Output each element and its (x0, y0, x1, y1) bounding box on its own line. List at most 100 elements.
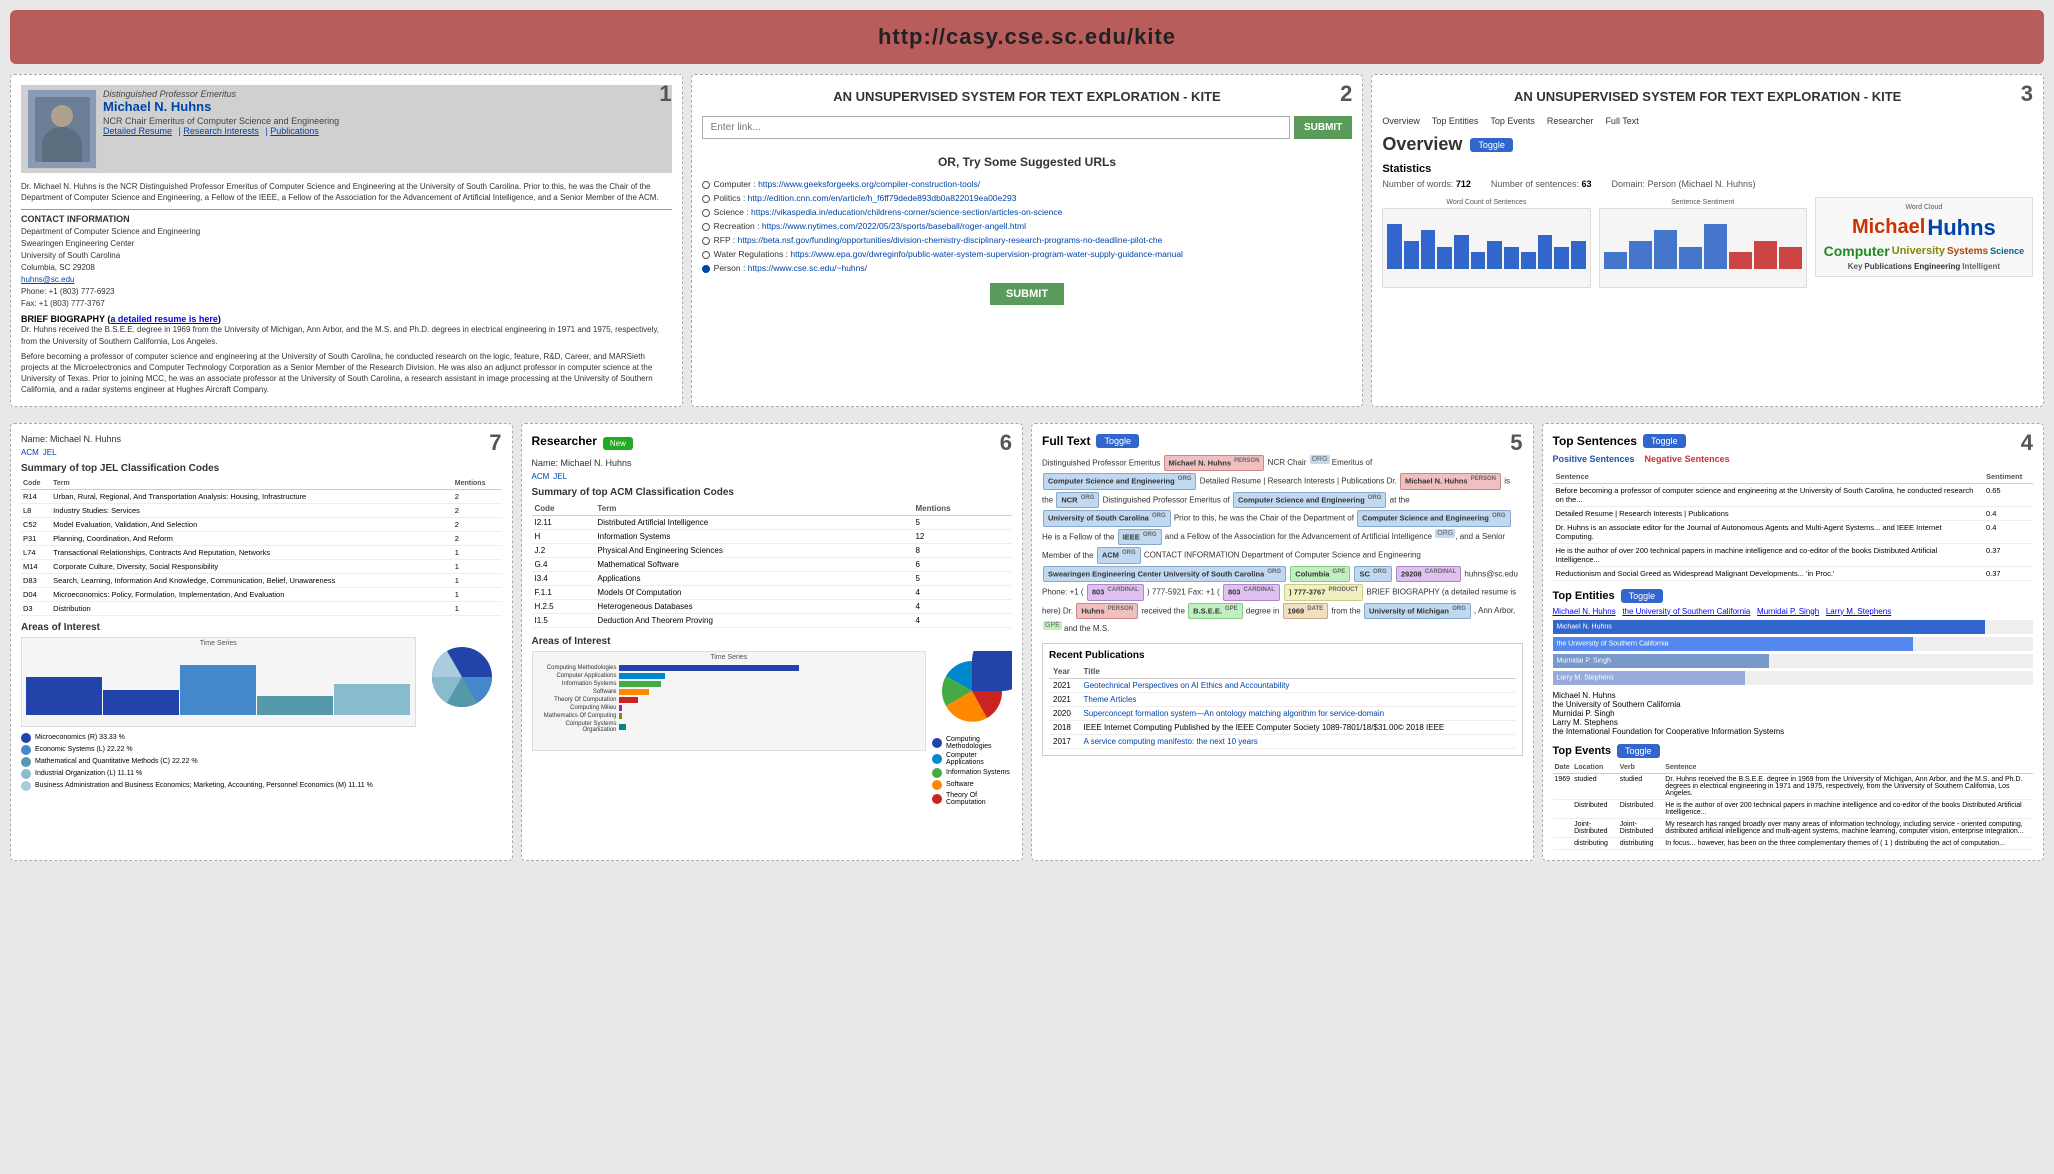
email-link[interactable]: huhns@sc.edu (21, 275, 75, 284)
sent-bar-2 (1629, 241, 1652, 269)
radio-science[interactable] (702, 209, 710, 217)
pub-row: 2021 Geotechnical Perspectives on AI Ethi… (1049, 679, 1516, 693)
rleg-color-3 (932, 768, 942, 778)
pub-col-title: Title (1079, 665, 1515, 679)
resume-link[interactable]: a detailed resume is here (110, 314, 218, 324)
submit-btn-top[interactable]: SUBMIT (1294, 116, 1352, 139)
radio-water[interactable] (702, 251, 710, 259)
url-person[interactable]: https://www.cse.sc.edu/~huhns/ (748, 263, 867, 273)
legend-label-3: Mathematical and Quantitative Methods (C… (35, 758, 198, 765)
fulltext-toggle[interactable]: Toggle (1096, 434, 1139, 448)
sent-cell-text: He is the author of over 200 technical p… (1553, 543, 1984, 566)
pub-link[interactable]: Geotechnical Perspectives on AI Ethics a… (1083, 681, 1289, 690)
panel-researcher: 6 Researcher New Name: Michael N. Huhns … (521, 423, 1024, 861)
url-bar: http://casy.cse.sc.edu/kite (10, 10, 2044, 64)
pub-cell-year: 2021 (1049, 679, 1079, 693)
legend-color-2 (21, 745, 31, 755)
ft-text-3: Detailed Resume | Research Interests | P… (1200, 477, 1399, 486)
radio-person[interactable] (702, 265, 710, 273)
chart2-title: Sentence Sentiment (1599, 197, 1807, 208)
nav-overview[interactable]: Overview (1382, 116, 1420, 126)
events-row: 1969studiedstudiedDr. Huhns received the… (1553, 773, 2034, 799)
pub-link[interactable]: A service computing manifesto: the next … (1083, 737, 1257, 746)
tab-jel-6[interactable]: JEL (553, 472, 567, 481)
entity-link-1[interactable]: Michael N. Huhns (1553, 607, 1616, 616)
tab-jel-7[interactable]: JEL (43, 448, 57, 457)
area-fill-8 (619, 724, 627, 730)
radio-computer[interactable] (702, 181, 710, 189)
link-resume[interactable]: Detailed Resume (103, 126, 172, 136)
panel-number-6: 6 (1000, 430, 1012, 456)
ft-org-1: Computer Science and Engineering ORG (1043, 473, 1196, 490)
link-research[interactable]: Research Interests (183, 126, 259, 136)
kite-nav: Overview Top Entities Top Events Researc… (1382, 116, 2033, 126)
url-rfp[interactable]: https://beta.nsf.gov/funding/opportuniti… (738, 235, 1163, 245)
sent-bar-5 (1704, 224, 1727, 269)
pub-link[interactable]: Theme Articles (1083, 695, 1136, 704)
profile-text: Distinguished Professor Emeritus Michael… (103, 89, 666, 169)
sent-bar-1 (1604, 252, 1627, 269)
jel-table-title: Summary of top JEL Classification Codes (21, 463, 502, 474)
pub-link[interactable]: Superconcept formation system—An ontolog… (1083, 709, 1384, 718)
events-cell-location: distributing (1572, 837, 1618, 849)
url-science[interactable]: https://vikaspedia.in/education/children… (751, 207, 1062, 217)
acm-table: Code Term Mentions I2.11Distributed Arti… (532, 502, 1013, 628)
link-publications[interactable]: Publications (270, 126, 319, 136)
overview-toggle-btn[interactable]: Toggle (1470, 138, 1513, 152)
radio-politics[interactable] (702, 195, 710, 203)
rleg-5: Theory Of Computation (932, 792, 1012, 806)
url-computer[interactable]: https://www.geeksforgeeks.org/compiler-c… (758, 179, 980, 189)
chart-wordcount: Word Count of Sentences (1382, 197, 1590, 288)
url-politics[interactable]: http://edition.cnn.com/en/article/h_f6ff… (748, 193, 1017, 203)
entity-link-3[interactable]: Murnidai P. Singh (1757, 607, 1819, 616)
events-col-location: Location (1572, 762, 1618, 774)
entity-link-4[interactable]: Larry M. Stephens (1826, 607, 1891, 616)
sent-cell-text: Before becoming a professor of computer … (1553, 483, 1984, 506)
acm-cell-mentions: 4 (912, 613, 1012, 627)
acm-cell-term: Mathematical Software (594, 557, 912, 571)
radio-rfp[interactable] (702, 237, 710, 245)
panel-number-3: 3 (2021, 81, 2033, 107)
entity-toggle-btn[interactable]: Toggle (1621, 589, 1664, 603)
jel-bar-5 (334, 684, 410, 715)
tab-acm-6[interactable]: ACM (532, 472, 550, 481)
events-row: Joint-DistributedJoint-DistributedMy res… (1553, 818, 2034, 837)
ft-text-15: degree in (1246, 606, 1282, 615)
ft-text-12: ) 777-5921 Fax: +1 ( (1147, 588, 1222, 597)
legend-label-5: Business Administration and Business Eco… (35, 782, 373, 789)
submit-btn-bottom[interactable]: SUBMIT (990, 283, 1064, 305)
tab-acm-7[interactable]: ACM (21, 448, 39, 457)
jel-name: Name: Michael N. Huhns (21, 434, 502, 444)
top-sent-toggle[interactable]: Toggle (1643, 434, 1686, 448)
acm-cell-term: Distributed Artificial Intelligence (594, 515, 912, 529)
wc-michael: Michael (1852, 216, 1925, 239)
url-recreation[interactable]: https://www.nytimes.com/2022/05/23/sport… (762, 221, 1026, 231)
kite-url-input[interactable] (702, 116, 1290, 139)
sent-rows: Before becoming a professor of computer … (1553, 483, 2034, 580)
contact-phone: Phone: +1 (803) 777-6923 (21, 286, 672, 298)
entity-link-2[interactable]: the University of Southern California (1622, 607, 1750, 616)
acm-col-mentions: Mentions (912, 502, 1012, 516)
sent-row: Before becoming a professor of computer … (1553, 483, 2034, 506)
researcher-new-btn[interactable]: New (603, 437, 633, 450)
area-bar-row-6: Computing Milieu (537, 705, 922, 711)
nav-entities[interactable]: Top Entities (1432, 116, 1479, 126)
entity-toggle-row: Top Entities Toggle (1553, 589, 2034, 603)
url-water[interactable]: https://www.epa.gov/dwreginfo/public-wat… (790, 249, 1183, 259)
acm-cell-mentions: 12 (912, 529, 1012, 543)
nav-events[interactable]: Top Events (1490, 116, 1535, 126)
nav-fulltext[interactable]: Full Text (1605, 116, 1638, 126)
jel-cell-term: Planning, Coordination, And Reform (51, 531, 453, 545)
nav-researcher[interactable]: Researcher (1547, 116, 1594, 126)
area-fill-2 (619, 673, 665, 679)
radio-recreation[interactable] (702, 223, 710, 231)
jel-legend: Microeconomics (R) 33.33 % Economic Syst… (21, 733, 502, 791)
wc-university: University (1892, 245, 1945, 257)
events-cell-date (1553, 799, 1573, 818)
ft-org-3: Computer Science and Engineering ORG (1357, 510, 1510, 527)
jel-cell-term: Distribution (51, 601, 453, 615)
legend-item-1: Microeconomics (R) 33.33 % (21, 733, 502, 743)
events-toggle-row: Top Events Toggle (1553, 744, 2034, 758)
entity-title: Top Entities (1553, 590, 1615, 602)
events-toggle-btn[interactable]: Toggle (1617, 744, 1660, 758)
